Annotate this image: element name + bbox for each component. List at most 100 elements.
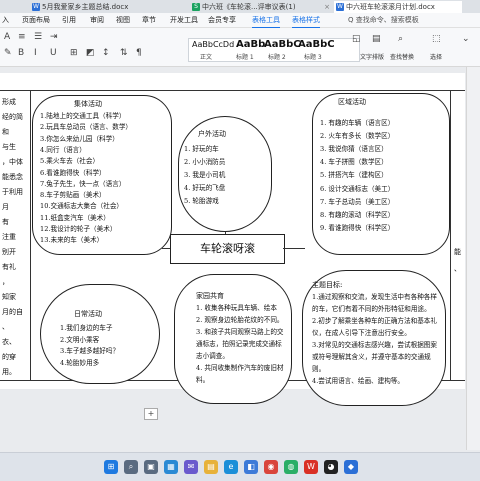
- file-explorer-icon[interactable]: ▤: [204, 460, 218, 474]
- theme-goals-title: 主题目标:: [312, 281, 343, 289]
- table-border-right: [450, 90, 451, 380]
- area-activity-item: 5. 拼搭汽车（建构区）: [320, 171, 388, 180]
- chrome-browser-icon[interactable]: ◉: [264, 460, 278, 474]
- sort-icon[interactable]: ⇅: [120, 48, 128, 58]
- tab-monthly-plan[interactable]: W 中六班车轮滚滚月计划.docx: [334, 1, 462, 13]
- family-cooperation-text: 1. 收集各种玩具车辆、绘本 2. 观察身边轮胎花纹的不同。 3. 和孩子共同观…: [196, 304, 284, 384]
- menu-table-tools[interactable]: 表格工具: [252, 13, 280, 28]
- style-heading3-preview[interactable]: AaBbC: [298, 39, 335, 50]
- search-taskbar-icon[interactable]: ⌕: [124, 460, 138, 474]
- collective-activity-item: 1.陆地上的交通工具（科学）: [40, 112, 126, 120]
- family-cooperation-title: 家园共育: [196, 292, 224, 300]
- new-style-icon[interactable]: ◱: [352, 34, 361, 44]
- left-clipped-text-line: 月: [2, 203, 9, 211]
- area-activity-item: 8. 有趣的滚动（科学区）: [320, 210, 395, 219]
- windows-start-icon[interactable]: ⊞: [104, 460, 118, 474]
- sheet-doc-icon: S: [192, 3, 200, 11]
- collective-activity-item: 5.乘火车去（社会）: [40, 157, 100, 166]
- indent-icon[interactable]: ⇥: [50, 32, 58, 42]
- collective-activity-item: 10.交通标志大集合（社会）: [40, 202, 124, 211]
- highlight-icon[interactable]: ✎: [4, 48, 12, 58]
- underline-icon[interactable]: U: [50, 48, 57, 58]
- style-normal-preview[interactable]: AaBbCcDd: [192, 40, 234, 49]
- border-icon[interactable]: ⊞: [70, 48, 78, 58]
- left-clipped-text-line: 有: [2, 218, 9, 226]
- select-label[interactable]: 选择: [430, 52, 442, 61]
- align-icon[interactable]: ☰: [34, 32, 42, 42]
- menu-view[interactable]: 视图: [116, 13, 130, 27]
- windows-taskbar: ⊞ ⌕ ▣ ▦ ✉ ▤ e ◧ ◉ ◍ W ◕ ◆: [0, 452, 480, 481]
- left-clipped-text-line: ，: [2, 278, 9, 286]
- left-clipped-text-line: 月的自: [2, 308, 23, 316]
- menu-developer[interactable]: 开发工具: [170, 13, 198, 27]
- left-clipped-text-line: 和: [2, 128, 9, 136]
- menu-member[interactable]: 会员专享: [208, 13, 236, 27]
- task-view-icon[interactable]: ▣: [144, 460, 158, 474]
- menu-insert[interactable]: 入: [2, 13, 9, 27]
- menu-table-style[interactable]: 表格样式: [292, 13, 320, 28]
- style-normal-name: 正文: [200, 54, 213, 61]
- find-replace-icon[interactable]: ⌕: [398, 34, 403, 44]
- app-blue-icon[interactable]: ◆: [344, 460, 358, 474]
- menu-section[interactable]: 章节: [142, 13, 156, 27]
- left-clipped-text-line: 知家: [2, 293, 16, 301]
- area-activity-item: 2. 火车有多长（数学区）: [320, 132, 395, 141]
- store-icon[interactable]: ◧: [244, 460, 258, 474]
- collective-activity-item: 2.玩具车总动员（语言、数学）: [40, 123, 133, 132]
- right-clipped-text: 能: [454, 248, 461, 256]
- text-layout-label[interactable]: 文字排版: [360, 52, 384, 61]
- left-clipped-text-line: 形成: [2, 98, 16, 106]
- tab-review-sheet[interactable]: S 中六班《车轮滚...评审议表(1) ×: [190, 1, 332, 13]
- add-row-icon[interactable]: +: [144, 408, 158, 420]
- left-clipped-text-line: 衣、: [2, 338, 16, 346]
- tab-doc-summary[interactable]: W 5月我爱家乡主题总结.docx: [30, 1, 146, 13]
- menu-page-layout[interactable]: 页面布局: [22, 13, 50, 27]
- menu-review[interactable]: 审阅: [90, 13, 104, 27]
- find-replace-label[interactable]: 查找替换: [390, 52, 414, 61]
- collective-activity-item: 13.未来的车（美术）: [40, 236, 104, 245]
- tab-label: 中六班《车轮滚...评审议表(1): [202, 3, 296, 11]
- font-color-icon[interactable]: A: [4, 32, 10, 42]
- daily-activity-ellipse: [40, 284, 160, 384]
- wechat-icon[interactable]: ◍: [284, 460, 298, 474]
- chat-icon[interactable]: ✉: [184, 460, 198, 474]
- left-clipped-text-line: 经的简: [2, 113, 23, 121]
- daily-activity-item: 1.我们身边的车子: [60, 324, 113, 332]
- left-clipped-text-line: 、: [2, 323, 9, 331]
- document-tab-bar: W 5月我爱家乡主题总结.docx S 中六班《车轮滚...评审议表(1) × …: [0, 0, 480, 13]
- paragraph-icon[interactable]: ≡: [18, 32, 26, 42]
- style-heading2-preview[interactable]: AaBbC: [264, 39, 301, 50]
- style-heading2-name: 标题 2: [268, 54, 286, 61]
- left-clipped-text-line: 注重: [2, 233, 16, 241]
- collective-activity-item: 7.兔子先生，快一点（语言）: [40, 179, 126, 188]
- italic-icon[interactable]: I: [34, 48, 37, 58]
- area-activity-item: 6. 设计交通标志（美工）: [320, 184, 395, 193]
- style-heading1-name: 标题 1: [236, 54, 254, 61]
- qq-icon[interactable]: ◕: [324, 460, 338, 474]
- show-marks-icon[interactable]: ¶: [136, 48, 142, 58]
- connector-line: [283, 248, 305, 249]
- vertical-scrollbar[interactable]: [466, 67, 480, 450]
- wps-office-icon[interactable]: W: [304, 460, 318, 474]
- menu-references[interactable]: 引用: [62, 13, 76, 27]
- style-heading1-preview[interactable]: AaBb: [236, 39, 265, 50]
- daily-activity-item: 3.车子越多越好吗？: [60, 347, 120, 356]
- shading-icon[interactable]: ◩: [86, 48, 95, 58]
- bold-icon[interactable]: B: [18, 48, 24, 58]
- left-clipped-text-line: 有礼: [2, 263, 16, 271]
- select-icon[interactable]: ⬚: [432, 34, 441, 44]
- widgets-icon[interactable]: ▦: [164, 460, 178, 474]
- table-border-left: [30, 90, 31, 380]
- text-layout-icon[interactable]: ▤: [372, 34, 381, 44]
- outdoor-activity-item: 5. 轮胎游戏: [184, 197, 219, 205]
- daily-activity-title: 日常活动: [74, 310, 102, 318]
- search-command-input[interactable]: Q 查找命令、搜索模板: [348, 13, 419, 27]
- line-spacing-icon[interactable]: ↕: [102, 48, 110, 58]
- outdoor-activity-item: 2. 小小消防员: [184, 158, 226, 166]
- more-tools-icon[interactable]: ⌄: [462, 34, 470, 44]
- close-icon[interactable]: ×: [324, 1, 330, 13]
- word-doc-icon: W: [336, 3, 344, 11]
- collective-activity-item: 11.纸盒变汽车（美术）: [40, 213, 110, 222]
- collective-activity-item: 4.同行（语言）: [40, 145, 86, 154]
- edge-browser-icon[interactable]: e: [224, 460, 238, 474]
